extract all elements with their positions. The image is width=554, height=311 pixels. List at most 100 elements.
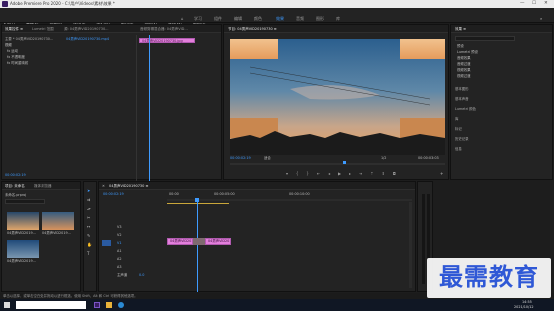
close-tab-icon[interactable]: ✕	[102, 184, 105, 188]
go-to-out-icon[interactable]: ⇥	[359, 171, 362, 176]
workspace-tab[interactable]: 组件	[214, 16, 222, 22]
tab-media-browser[interactable]: 媒体浏览器	[34, 184, 52, 189]
project-thumbnail-1[interactable]	[7, 212, 39, 230]
timeline-scrollbar[interactable]	[409, 202, 412, 288]
track-label-a1[interactable]: A1	[117, 249, 121, 253]
tab-project[interactable]: 项目: 未命名	[5, 184, 25, 189]
track-select-tool-icon[interactable]: ⇉	[87, 197, 90, 202]
extract-icon[interactable]: ⇞	[381, 171, 384, 176]
windows-start-icon[interactable]	[4, 302, 10, 308]
mark-in-icon[interactable]: {	[296, 171, 299, 176]
effects-search-input[interactable]	[455, 36, 515, 41]
effects-item-video-effects[interactable]: 视频效果	[457, 68, 471, 72]
track-label-v2[interactable]: V2	[117, 233, 121, 237]
timeline-clip[interactable]: 04男声VID2019...	[167, 238, 193, 245]
add-button-icon[interactable]: +	[440, 171, 443, 176]
tab-effects[interactable]: 效果 ≡	[455, 27, 466, 32]
effect-prop-time-remap[interactable]: fx 时间重映射	[7, 61, 28, 65]
timeline-clip[interactable]: 04男声VID2019...	[205, 238, 231, 245]
source-label[interactable]: 主要 * 04男声VID20190730...	[5, 37, 53, 41]
play-icon[interactable]: ▶	[338, 171, 341, 176]
timeline-ruler[interactable]	[167, 199, 412, 201]
step-back-icon[interactable]: ◂	[328, 171, 330, 176]
resolution-dropdown[interactable]: 1/2	[381, 156, 386, 160]
track-label-v3[interactable]: V3	[117, 225, 121, 229]
fit-dropdown[interactable]: 适合	[264, 156, 271, 160]
workspace-tab[interactable]: 颜色	[254, 16, 262, 22]
ripple-edit-tool-icon[interactable]: ⟛	[87, 206, 91, 211]
track-label-a2[interactable]: A2	[117, 257, 121, 261]
add-marker-icon[interactable]: ▾	[286, 171, 288, 176]
workspace-tab[interactable]: 学习	[194, 16, 202, 22]
panel-history[interactable]: 历史记录	[455, 137, 469, 141]
razor-tool-icon[interactable]: ✂	[87, 215, 90, 220]
clip-label[interactable]: 04男声VID20190730.mp4	[66, 37, 109, 41]
work-area-bar[interactable]	[167, 203, 229, 204]
effects-item-video-transitions[interactable]: 视频过渡	[457, 74, 471, 78]
panel-libraries[interactable]: 库	[455, 117, 458, 121]
export-frame-icon[interactable]: ◘	[393, 171, 396, 176]
taskbar-time: 14:55	[522, 300, 532, 304]
premiere-taskbar-icon[interactable]	[94, 302, 100, 308]
program-viewer[interactable]	[230, 39, 445, 155]
panel-essential-graphics[interactable]: 基本图形	[455, 87, 469, 91]
minimize-button[interactable]: —	[520, 1, 525, 6]
go-to-in-icon[interactable]: ⇤	[317, 171, 320, 176]
effects-item-audio-transitions[interactable]: 音频过渡	[457, 62, 471, 66]
selection-tool-icon[interactable]: ➤	[87, 188, 90, 193]
tab-lumetri-scopes[interactable]: Lumetri 范围	[32, 27, 54, 32]
ruler-label: 00:00	[169, 192, 179, 196]
tab-effect-controls[interactable]: 效果控件 ≡	[5, 27, 23, 32]
panel-markers[interactable]: 标记	[455, 127, 462, 131]
program-timecode[interactable]: 00:00:02:19	[230, 156, 251, 160]
panel-lumetri-color[interactable]: Lumetri 颜色	[455, 107, 476, 111]
effect-clip-bar[interactable]: 04男声VID20190730.jpg	[139, 38, 195, 43]
effects-item-lumetri-presets[interactable]: Lumetri 预设	[457, 50, 478, 54]
maximize-button[interactable]: ☐	[532, 1, 536, 6]
pen-tool-icon[interactable]: ✎	[87, 233, 90, 238]
panel-essential-sound[interactable]: 基本声音	[455, 97, 469, 101]
source-patch-v1[interactable]	[102, 240, 111, 246]
panel-info[interactable]: 信息	[455, 147, 462, 151]
effect-prop-motion[interactable]: fx 运动	[7, 49, 18, 53]
search-icon[interactable]: ⌕	[540, 16, 542, 21]
lift-icon[interactable]: ⇡	[370, 171, 373, 176]
tab-program[interactable]: 节目: 04男声VID20190730 ≡	[228, 27, 277, 32]
project-item-name: 04男声VID2019...	[7, 259, 36, 263]
home-icon[interactable]: ⌂	[181, 16, 184, 21]
tab-audio-mixer[interactable]: 音频剪辑混合器: 04男声VID...	[140, 27, 188, 32]
workspace-tab[interactable]: 音频	[296, 16, 304, 22]
workspace-tab[interactable]: 库	[336, 16, 340, 22]
master-volume-value[interactable]: 0.0	[139, 273, 144, 277]
program-scrubber[interactable]	[230, 163, 445, 165]
mark-out-icon[interactable]: }	[306, 171, 309, 176]
explorer-taskbar-icon[interactable]	[106, 302, 112, 308]
effect-prop-opacity[interactable]: fx 不透明度	[7, 55, 25, 59]
effect-controls-timecode[interactable]: 00:00:02:19	[5, 173, 26, 177]
track-label-v1[interactable]: V1	[117, 241, 121, 245]
track-label-a3[interactable]: A3	[117, 265, 121, 269]
workspace-tab-active[interactable]: 效果	[276, 16, 284, 22]
type-tool-icon[interactable]: T	[87, 251, 89, 256]
slip-tool-icon[interactable]: ↔	[87, 224, 90, 229]
browser-taskbar-icon[interactable]	[118, 302, 124, 308]
effects-item-audio-effects[interactable]: 音频效果	[457, 56, 471, 60]
close-button[interactable]: ✕	[544, 1, 548, 6]
workspace-tab[interactable]: 图形	[316, 16, 324, 22]
taskbar-search-input[interactable]	[16, 301, 86, 309]
workspace-tab[interactable]: 编辑	[234, 16, 242, 22]
playhead-line[interactable]	[149, 35, 150, 181]
tab-source[interactable]: 源: 04男声VID20190730...	[64, 27, 109, 32]
transition-marker[interactable]	[193, 238, 205, 245]
project-thumbnail-2[interactable]	[42, 212, 74, 230]
taskbar-date: 2021/10/12	[514, 305, 534, 309]
program-playhead[interactable]	[343, 161, 346, 164]
timeline-timecode[interactable]: 00:00:02:19	[103, 192, 124, 196]
hand-tool-icon[interactable]: ✋	[87, 242, 92, 247]
tab-sequence[interactable]: 04男声VID20190730 ≡	[109, 184, 148, 189]
program-tabbar: 节目: 04男声VID20190730 ≡	[224, 25, 448, 33]
project-search-input[interactable]	[5, 199, 45, 204]
effects-item-presets[interactable]: 预设	[457, 44, 464, 48]
project-thumbnail-3[interactable]	[7, 240, 39, 258]
step-forward-icon[interactable]: ▸	[349, 171, 351, 176]
